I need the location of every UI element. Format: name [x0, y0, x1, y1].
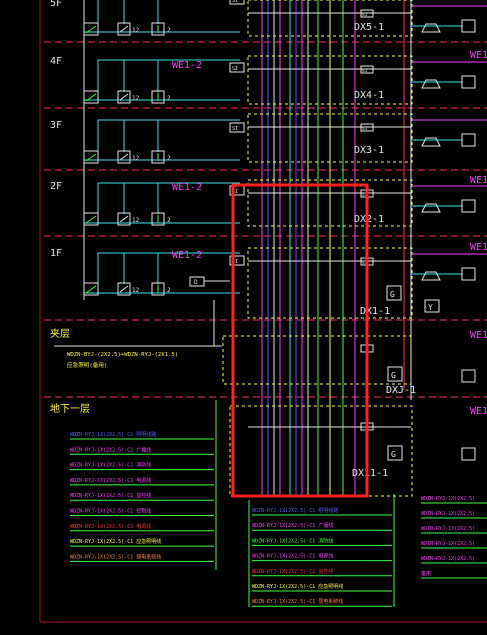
module-mark: SI — [362, 68, 368, 74]
legend-left-entry: WDZN-RYJ-1X(2X2.5)-C1 电源线 — [70, 523, 151, 530]
module-mark: SI — [362, 12, 368, 18]
box-label-dx5: DX5-1 — [354, 22, 384, 33]
device-number: 2 — [167, 95, 171, 102]
right-label-5: WE1- — [470, 406, 487, 417]
basement-level-label: 地下一层 — [50, 402, 90, 415]
floor-label-1f: 1F — [50, 248, 62, 259]
right-label-4: WE1- — [470, 330, 487, 341]
legend-mid-entry: WDZN-RYJ-1X(2X2.5)-C1 应急照明线 — [252, 583, 343, 590]
module-mark: G — [390, 290, 395, 299]
cable-spec-text: WDZN-BYJ-(2X2.5)+WDZN-RYJ-(2X1.5) — [67, 352, 178, 358]
module-mark: SI — [362, 126, 368, 132]
cable-spec-note: 应急照明(备用) — [67, 361, 107, 369]
module-mark: D — [194, 279, 198, 286]
legend-left-entry: WDZN-RYJ-1X(2X2.5)-C1 控制线 — [70, 508, 151, 515]
basement-mezzanine-label: 夹层 — [50, 327, 70, 340]
device-number: 12 — [132, 287, 140, 294]
box-label-dx1: DX1-1 — [360, 306, 390, 317]
legend-left-entry: WDZN-RYJ-1X(2X2.5) C1 照明线路 — [70, 431, 156, 438]
device-number: 12 — [132, 217, 140, 224]
module-mark: SI — [232, 126, 238, 132]
floor-label-4f: 4F — [50, 56, 62, 67]
cad-drawing-canvas[interactable]: GGGY 5F 4F 3F 2F 1F 夹层 地下一层 WE1-2 WE1-2 … — [0, 0, 487, 635]
legend-right-entry: WDZN-RYJ-1X(2X2.5) — [421, 496, 475, 502]
floor-label-5f: 5F — [50, 0, 62, 9]
branch-label-4f: WE1-2 — [172, 60, 202, 71]
box-label-dxj: DXJ-1 — [386, 385, 416, 396]
device-number: 2 — [167, 287, 171, 294]
legend-left-entry: WDZN-RYJ-1X(2X2.5)-C1 电源线 — [70, 477, 151, 484]
legend-left-entry: WDZN-RYJ-1X(2X2.5)-C1 应急照明线 — [70, 538, 161, 545]
right-label-2: WE1- — [470, 175, 487, 186]
legend-mid-entry: WDZN-RYJ-1X(2X2.5)-C1 监控线 — [252, 568, 333, 575]
legend-right-entry: 备用 — [421, 570, 431, 577]
legend-mid-entry: WDZN-RYJ-1X(2X2.5) C1 消防线 — [252, 537, 333, 544]
device-number: 12 — [132, 27, 140, 34]
branch-label-2f: WE1-2 — [172, 182, 202, 193]
legend-left-entry: WDZN-RYJ-1X(2X2.5)-C1 弱电系统线 — [70, 553, 161, 560]
device-number: 2 — [167, 155, 171, 162]
right-label-1: WE1 — [470, 50, 487, 61]
device-number: 2 — [167, 217, 171, 224]
box-label-dx3: DX3-1 — [354, 145, 384, 156]
box-label-dx11: DX11-1 — [352, 468, 388, 479]
legend-right-entry: WDZN-RYJ-1X(2X2.5) — [421, 556, 475, 562]
floor-label-3f: 3F — [50, 120, 62, 131]
module-mark: G — [391, 371, 396, 380]
module-mark: G — [391, 450, 396, 459]
right-label-3: WE1- — [470, 242, 487, 253]
legend-mid-entry: WDZN-RYJ-1X(2X2.5)-C1 弱电系统线 — [252, 598, 343, 605]
module-mark: Y — [428, 303, 433, 312]
legend-left-entry: WDZN-RYJ-1X(2X2.5)-C1 广播线 — [70, 446, 151, 453]
legend-right-entry: WDZN-RYJ-1X(2X2.5) — [421, 526, 475, 532]
legend-right-entry: WDZN-RYJ-1X(2X2.5) — [421, 511, 475, 517]
legend-mid-entry: WDZN-RYJ-1X(2X2.5)-C1 广播线 — [252, 522, 333, 529]
module-mark: SI — [232, 66, 238, 72]
box-label-dx2: DX2-1 — [354, 214, 384, 225]
box-label-dx4: DX4-1 — [354, 90, 384, 101]
device-number: 12 — [132, 155, 140, 162]
legend-mid-entry: WDZN-RYJ-1X(2X2.5) C1 照明线路 — [252, 507, 338, 514]
legend-left-entry: WDZN-RYJ-1X(2X2.5)-C1 监控线 — [70, 492, 151, 499]
branch-label-1f: WE1-2 — [172, 250, 202, 261]
device-number: 12 — [132, 95, 140, 102]
legend-left-entry: WDZN-RYJ-1X(2X2.5)-C1 消防线 — [70, 462, 151, 469]
legend-mid-entry: WDZN-RYJ-1X(2X2.5)-C1 电源线 — [252, 553, 333, 560]
module-mark: SI — [232, 0, 238, 4]
device-number: 2 — [167, 27, 171, 34]
floor-label-2f: 2F — [50, 181, 62, 192]
legend-right-entry: WDZN-RYJ-1X(2X2.5) — [421, 541, 475, 547]
